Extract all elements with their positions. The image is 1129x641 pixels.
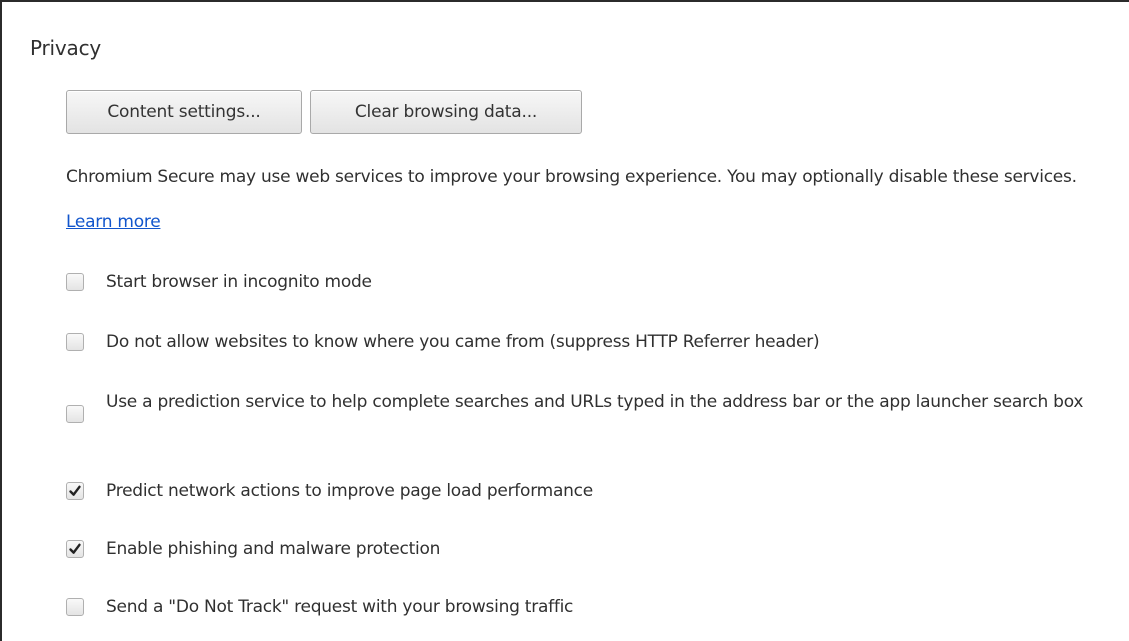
clear-browsing-data-button[interactable]: Clear browsing data...: [310, 90, 582, 134]
checkbox-suppress-referrer[interactable]: [66, 333, 84, 351]
option-prediction-service[interactable]: Use a prediction service to help complet…: [66, 390, 1116, 423]
checkbox-predict-network[interactable]: [66, 482, 84, 500]
option-do-not-track[interactable]: Send a "Do Not Track" request with your …: [66, 595, 1116, 619]
checkbox-phishing-protection[interactable]: [66, 540, 84, 558]
checkmark-icon: [69, 485, 81, 496]
option-label-phishing-protection: Enable phishing and malware protection: [106, 539, 441, 559]
option-label-suppress-referrer: Do not allow websites to know where you …: [106, 332, 820, 352]
checkbox-incognito[interactable]: [66, 273, 84, 291]
option-label-incognito: Start browser in incognito mode: [106, 272, 372, 292]
option-predict-network[interactable]: Predict network actions to improve page …: [66, 479, 1116, 503]
option-incognito[interactable]: Start browser in incognito mode: [66, 270, 1116, 294]
content-settings-button[interactable]: Content settings...: [66, 90, 302, 134]
option-label-predict-network: Predict network actions to improve page …: [106, 481, 593, 501]
privacy-description: Chromium Secure may use web services to …: [66, 155, 1116, 245]
checkbox-do-not-track[interactable]: [66, 598, 84, 616]
learn-more-link[interactable]: Learn more: [66, 212, 161, 232]
option-label-prediction-service: Use a prediction service to help complet…: [106, 392, 1084, 412]
privacy-description-text: Chromium Secure may use web services to …: [66, 167, 1077, 187]
section-title-privacy: Privacy: [30, 36, 102, 60]
checkmark-icon: [69, 543, 81, 554]
option-phishing-protection[interactable]: Enable phishing and malware protection: [66, 537, 1116, 561]
checkbox-prediction-service[interactable]: [66, 405, 84, 423]
option-suppress-referrer[interactable]: Do not allow websites to know where you …: [66, 330, 1116, 354]
option-label-do-not-track: Send a "Do Not Track" request with your …: [106, 597, 574, 617]
